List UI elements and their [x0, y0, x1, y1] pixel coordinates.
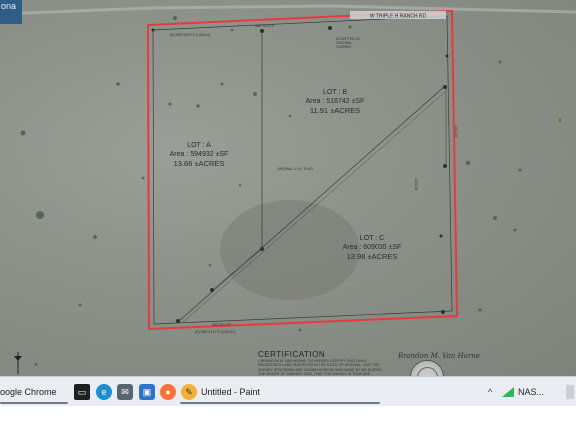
tray-network[interactable] — [502, 377, 514, 407]
photos-icon: ▣ — [139, 384, 155, 400]
lot-a-label: LOT : A Area : 594932 ±SF 13.66 ±ACRES — [163, 141, 235, 168]
original-plug-note: ORIGINAL 3 1/4" PLUG — [277, 167, 313, 171]
task-view-icon: ▭ — [74, 384, 90, 400]
certification-text: I, BRANDON M. VAN HORNE, DO HEREBY CERTI… — [258, 359, 382, 376]
certification-block: CERTIFICATION I, BRANDON M. VAN HORNE, D… — [258, 350, 388, 376]
surveyor-signature: Brandon M. Van Horne — [398, 352, 480, 360]
taskbar-chrome-label: oogle Chrome — [0, 387, 57, 397]
top-record-note: (R) N89°26'10"E (1335.81) — [170, 33, 210, 37]
paint-active-indicator — [180, 402, 380, 404]
taskbar-edge[interactable]: e — [96, 377, 112, 407]
taskbar-photos[interactable]: ▣ — [139, 377, 155, 407]
taskbar-mail[interactable]: ✉ — [117, 377, 133, 407]
blank-area — [0, 406, 576, 432]
east-distance-2: 1312.39 — [454, 125, 458, 137]
top-bearing-note: N89°26'10"E — [255, 24, 275, 28]
certification-title: CERTIFICATION — [258, 350, 326, 359]
plat-overlay: W TRIPLE H RANCH RD N89°26'10"E (R) N89°… — [0, 4, 576, 334]
firefox-icon: ● — [160, 384, 176, 400]
lot-c-name: LOT : C — [359, 235, 385, 242]
lot-c-area: Area : 609035 ±SF — [342, 244, 402, 251]
chrome-active-indicator — [0, 402, 68, 404]
windows-taskbar: oogle Chrome ▭ e ✉ ▣ ● ✎ Untitled - Pain… — [0, 376, 576, 406]
lot-a-name: LOT : A — [187, 142, 211, 149]
taskbar-firefox[interactable]: ● — [160, 377, 176, 407]
playhead-icon[interactable] — [12, 352, 24, 374]
tray-chevron[interactable]: ^ — [488, 377, 492, 407]
taskbar-paint-label: Untitled - Paint — [201, 387, 261, 397]
show-desktop-icon — [566, 385, 574, 399]
window-corner-label: ona — [0, 0, 22, 24]
paint-icon: ✎ — [181, 384, 197, 400]
lot-b-name: LOT : B — [323, 89, 347, 96]
east-distance-1: 1306.38 — [414, 178, 418, 190]
road-label: W TRIPLE H RANCH RD — [370, 14, 427, 20]
tray-label[interactable]: NAS... — [518, 377, 544, 407]
edge-icon: e — [96, 384, 112, 400]
lot-b-acres: 11.91 ±ACRES — [309, 106, 361, 115]
chevron-up-icon[interactable]: ^ — [34, 362, 38, 371]
lot-b-label: LOT : B Area : 518742 ±SF 11.91 ±ACRES — [300, 88, 370, 115]
lot-b-area: Area : 518742 ±SF — [305, 98, 365, 105]
bottom-bearing-note: N89°34'17"E — [212, 323, 232, 327]
lot-c-label: LOT : C Area : 609035 ±SF 13.98 ±ACRES — [336, 234, 408, 261]
lot-a-acres: 13.66 ±ACRES — [173, 159, 225, 168]
bottom-record-note: (R) N89°34'17"E (1336.91) — [195, 330, 235, 334]
dirt-road — [0, 4, 576, 16]
tray-edge-slot[interactable] — [566, 377, 574, 407]
signal-icon — [502, 387, 514, 397]
taskbar-task-view[interactable]: ▭ — [74, 377, 90, 407]
corner-note-3: CORNER — [336, 45, 351, 49]
tray-label-text: NAS... — [518, 387, 545, 397]
satellite-image-viewport: W TRIPLE H RANCH RD N89°26'10"E (R) N89°… — [0, 0, 576, 376]
lot-a-area: Area : 594932 ±SF — [169, 151, 229, 158]
chevron-up-icon: ^ — [488, 387, 493, 397]
mail-icon: ✉ — [117, 384, 133, 400]
lot-c-acres: 13.98 ±ACRES — [346, 252, 398, 261]
